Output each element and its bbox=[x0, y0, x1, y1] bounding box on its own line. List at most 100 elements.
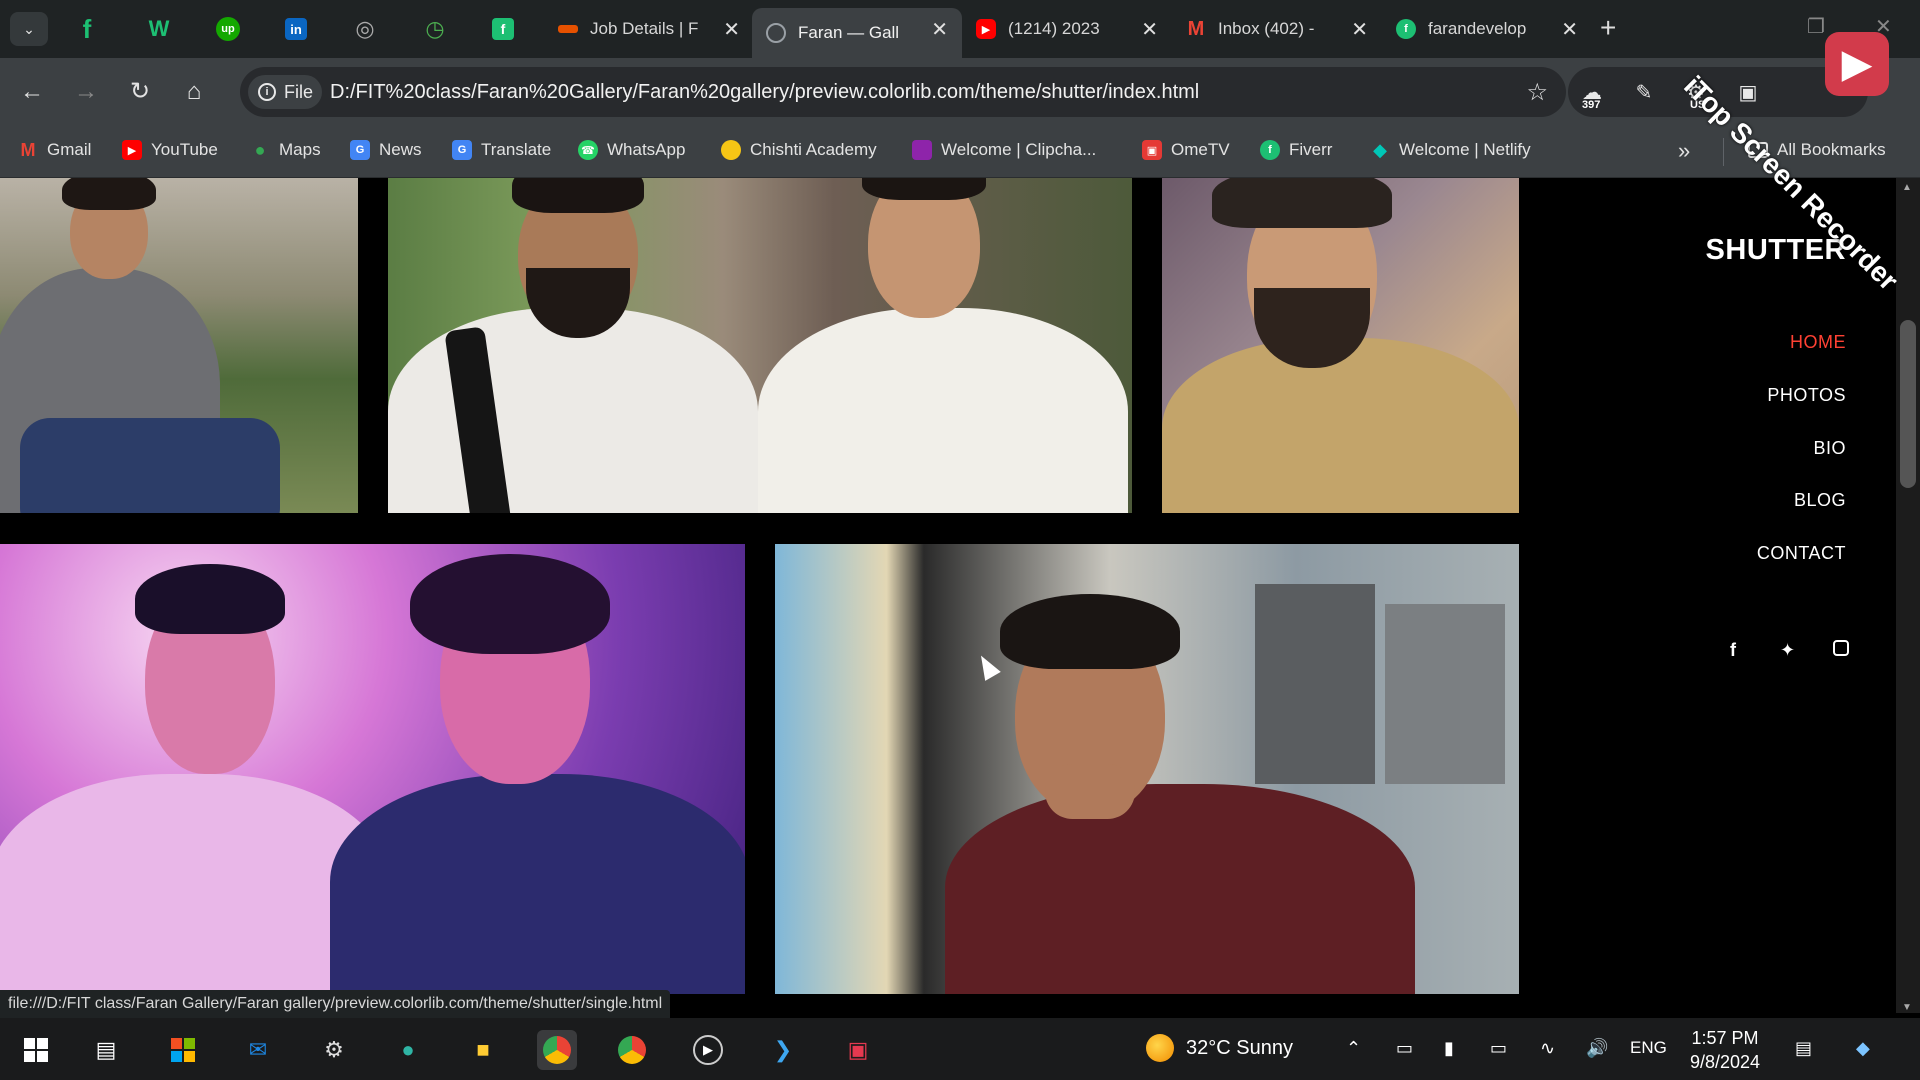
screen-recorder-app-icon[interactable]: ▣ bbox=[838, 1030, 878, 1070]
tray-usb-icon[interactable]: ▮ bbox=[1444, 1038, 1454, 1059]
bookmark-news[interactable]: G News bbox=[350, 140, 422, 160]
pinned-tab-linkedin[interactable]: in bbox=[281, 14, 311, 44]
tray-app-icon[interactable]: ▭ bbox=[1396, 1038, 1413, 1059]
pinned-tab-upwork[interactable]: up bbox=[213, 14, 243, 44]
puzzle-icon[interactable]: ▣ bbox=[1732, 77, 1764, 109]
task-view-icon[interactable]: ▤ bbox=[86, 1030, 126, 1070]
photo-subject bbox=[1162, 178, 1519, 513]
bookmark-clipchamp[interactable]: Welcome | Clipcha... bbox=[912, 140, 1096, 160]
nav-photos[interactable]: PHOTOS bbox=[1767, 385, 1846, 406]
system-clock[interactable]: 1:57 PM 9/8/2024 bbox=[1690, 1026, 1760, 1074]
windows-taskbar: ▤ ✉ ⚙ ● ■ ▶ ❯ ▣ 32°C Sunny ⌃ ▭ ▮ ▭ ∿ 🔊 E… bbox=[0, 1018, 1920, 1080]
wifi-icon[interactable]: ∿ bbox=[1540, 1038, 1555, 1059]
bookmark-translate[interactable]: G Translate bbox=[452, 140, 551, 160]
bookmark-label: News bbox=[379, 140, 422, 159]
back-button[interactable]: ← bbox=[16, 76, 48, 108]
pinned-tab-wix[interactable]: W bbox=[144, 14, 174, 44]
twitter-icon[interactable]: ✦ bbox=[1780, 640, 1795, 661]
nav-bio[interactable]: BIO bbox=[1813, 438, 1846, 459]
eyedropper-icon[interactable]: ✎ bbox=[1628, 77, 1660, 109]
more-bookmarks-chevron-icon[interactable]: » bbox=[1678, 138, 1690, 164]
media-player-icon[interactable]: ▶ bbox=[688, 1030, 728, 1070]
weather-widget[interactable]: 32°C Sunny bbox=[1146, 1034, 1293, 1062]
instagram-icon[interactable] bbox=[1833, 640, 1849, 661]
scroll-up-arrow-icon[interactable]: ▲ bbox=[1902, 182, 1912, 193]
gallery-photo-2[interactable] bbox=[388, 178, 1132, 513]
file-explorer-folder-icon[interactable]: ■ bbox=[463, 1030, 503, 1070]
vscode-icon[interactable]: ❯ bbox=[763, 1030, 803, 1070]
tab-title: Job Details | F bbox=[590, 19, 699, 38]
bookmark-gmail[interactable]: M Gmail bbox=[18, 140, 92, 160]
page-scrollbar[interactable] bbox=[1896, 178, 1920, 1013]
volume-icon[interactable]: 🔊 bbox=[1586, 1038, 1608, 1059]
job-details-favicon-icon bbox=[558, 25, 578, 33]
tab-farandevelop[interactable]: f farandevelop ✕ bbox=[1382, 8, 1592, 50]
gallery-photo-1[interactable] bbox=[0, 178, 358, 513]
settings-gear-icon[interactable]: ⚙ bbox=[314, 1030, 354, 1070]
pinned-tab-fiverr-square[interactable]: f bbox=[488, 14, 518, 44]
bookmark-star-icon[interactable]: ☆ bbox=[1526, 78, 1548, 107]
bookmark-label: Gmail bbox=[47, 140, 92, 159]
mail-icon[interactable]: ✉ bbox=[238, 1030, 278, 1070]
battery-icon[interactable]: ▭ bbox=[1490, 1038, 1507, 1059]
nav-contact[interactable]: CONTACT bbox=[1757, 543, 1846, 564]
pinned-tab-timer[interactable]: ◷ bbox=[420, 14, 450, 44]
screen-recorder-logo-icon: ▶ bbox=[1825, 32, 1889, 96]
scrollbar-thumb[interactable] bbox=[1900, 320, 1916, 488]
facebook-icon[interactable]: f bbox=[1730, 640, 1736, 661]
bookmark-netlify[interactable]: ◆ Welcome | Netlify bbox=[1370, 140, 1531, 160]
bookmark-youtube[interactable]: ▶ YouTube bbox=[122, 140, 218, 160]
chrome-profile-icon[interactable] bbox=[612, 1030, 652, 1070]
maximize-icon[interactable]: ❐ bbox=[1807, 14, 1825, 39]
new-tab-button[interactable]: + bbox=[1600, 12, 1616, 44]
notifications-icon[interactable]: ▤ bbox=[1795, 1038, 1812, 1059]
nav-home[interactable]: HOME bbox=[1790, 332, 1846, 353]
nav-blog[interactable]: BLOG bbox=[1794, 490, 1846, 511]
reload-button[interactable]: ↻ bbox=[124, 76, 156, 108]
show-hidden-icons-chevron-icon[interactable]: ⌃ bbox=[1346, 1038, 1361, 1059]
microsoft-store-icon[interactable] bbox=[163, 1030, 203, 1070]
tab-faran-gallery[interactable]: Faran — Gall ✕ bbox=[752, 8, 962, 58]
close-icon[interactable]: ✕ bbox=[931, 17, 948, 42]
youtube-icon: ▶ bbox=[976, 19, 996, 39]
gallery-photo-4[interactable] bbox=[0, 544, 745, 994]
bookmark-chishti-academy[interactable]: Chishti Academy bbox=[721, 140, 877, 160]
tab-title: (1214) 2023 bbox=[1008, 19, 1100, 38]
close-icon[interactable]: ✕ bbox=[1351, 17, 1368, 42]
close-icon[interactable]: ✕ bbox=[723, 17, 740, 42]
bookmark-maps[interactable]: ● Maps bbox=[250, 140, 321, 160]
site-info-chip[interactable]: i File bbox=[248, 75, 322, 109]
bookmark-label: Welcome | Netlify bbox=[1399, 140, 1531, 159]
pinned-tab-globe[interactable]: ◎ bbox=[350, 14, 380, 44]
bookmark-ometv[interactable]: ▣ OmeTV bbox=[1142, 140, 1230, 160]
chrome-icon[interactable] bbox=[537, 1030, 577, 1070]
home-button[interactable]: ⌂ bbox=[178, 76, 210, 108]
maps-pin-icon: ● bbox=[254, 139, 266, 160]
all-bookmarks-label: All Bookmarks bbox=[1777, 140, 1886, 159]
close-icon[interactable]: ✕ bbox=[1561, 17, 1578, 42]
photo-subject bbox=[0, 544, 745, 994]
forward-button[interactable]: → bbox=[70, 76, 102, 108]
close-icon[interactable]: ✕ bbox=[1141, 17, 1158, 42]
globe-icon bbox=[766, 23, 786, 43]
bookmark-fiverr[interactable]: f Fiverr bbox=[1260, 140, 1332, 160]
input-language[interactable]: ENG bbox=[1630, 1038, 1667, 1058]
gallery-photo-3[interactable] bbox=[1162, 178, 1519, 513]
photo-subject bbox=[0, 178, 358, 513]
weather-text: 32°C Sunny bbox=[1186, 1036, 1293, 1059]
address-bar[interactable]: i File D:/FIT%20class/Faran%20Gallery/Fa… bbox=[240, 67, 1566, 117]
bookmark-whatsapp[interactable]: ☎ WhatsApp bbox=[578, 140, 685, 160]
copilot-icon[interactable]: ◆ bbox=[1856, 1038, 1870, 1059]
tab-gmail-inbox[interactable]: M Inbox (402) - ✕ bbox=[1172, 8, 1382, 50]
gallery-photo-5[interactable] bbox=[775, 544, 1519, 994]
url-text[interactable]: D:/FIT%20class/Faran%20Gallery/Faran%20g… bbox=[330, 81, 1199, 104]
photo-subject bbox=[775, 544, 1519, 994]
pinned-tab-fiverr[interactable]: f bbox=[72, 14, 102, 44]
tab-job-details[interactable]: Job Details | F ✕ bbox=[544, 8, 754, 50]
scroll-down-arrow-icon[interactable]: ▼ bbox=[1902, 1002, 1912, 1013]
webpage-viewport: SHUTTER HOME PHOTOS BIO BLOG CONTACT f ✦ bbox=[0, 178, 1896, 1013]
tab-youtube[interactable]: ▶ (1214) 2023 ✕ bbox=[962, 8, 1172, 50]
tab-search-button[interactable]: ⌄ bbox=[10, 12, 48, 46]
start-windows-icon[interactable] bbox=[16, 1030, 56, 1070]
edge-icon[interactable]: ● bbox=[388, 1030, 428, 1070]
